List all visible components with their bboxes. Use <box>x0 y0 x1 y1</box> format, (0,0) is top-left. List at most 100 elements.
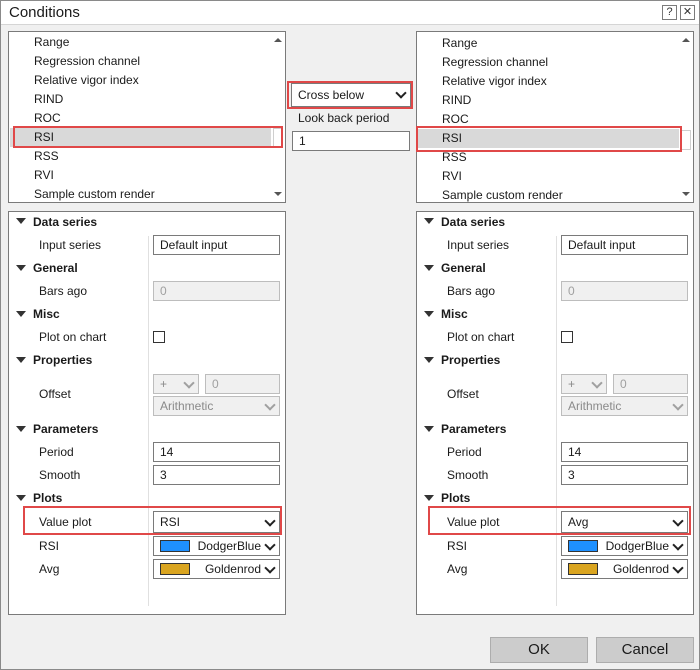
collapse-icon[interactable] <box>424 426 434 432</box>
plot-on-chart-label: Plot on chart <box>447 330 515 344</box>
condition-value: Cross below <box>298 88 365 102</box>
smooth-field[interactable]: 3 <box>561 465 688 485</box>
offset-label: Offset <box>39 387 71 401</box>
list-item[interactable]: ROC <box>418 110 680 129</box>
collapse-icon[interactable] <box>16 426 26 432</box>
close-button[interactable]: ✕ <box>680 5 695 20</box>
list-item[interactable]: Relative vigor index <box>418 72 680 91</box>
collapse-icon[interactable] <box>16 311 26 317</box>
column-divider[interactable] <box>556 236 557 606</box>
offset-type-select[interactable]: Arithmetic <box>561 396 688 416</box>
value-plot-value: RSI <box>160 515 181 529</box>
input-series-field[interactable]: Default input <box>561 235 688 255</box>
input-series-label: Input series <box>447 238 510 252</box>
offset-value-field[interactable]: 0 <box>613 374 688 394</box>
smooth-field[interactable]: 3 <box>153 465 280 485</box>
plot-on-chart-checkbox[interactable] <box>153 331 165 343</box>
list-item[interactable]: Range <box>10 33 272 52</box>
bars-ago-label: Bars ago <box>39 284 88 298</box>
rsi-plot-label: RSI <box>39 539 60 553</box>
list-item[interactable]: RIND <box>418 91 680 110</box>
list-item[interactable]: Sample custom render <box>10 185 272 202</box>
value-plot-label: Value plot <box>39 515 92 529</box>
offset-label: Offset <box>447 387 479 401</box>
rsi-color-select[interactable]: DodgerBlue <box>561 536 688 556</box>
period-field[interactable]: 14 <box>153 442 280 462</box>
list-item[interactable]: Regression channel <box>418 53 680 72</box>
bars-ago-field[interactable]: 0 <box>561 281 688 301</box>
list-item-selected[interactable]: RSI <box>10 128 272 147</box>
scroll-up-icon[interactable] <box>682 38 690 42</box>
offset-operator-value: + <box>568 377 576 391</box>
column-divider[interactable] <box>148 236 149 606</box>
list-item[interactable]: Relative vigor index <box>10 71 272 90</box>
offset-type-value: Arithmetic <box>160 399 214 413</box>
list-item[interactable]: ROC <box>10 109 272 128</box>
collapse-icon[interactable] <box>16 265 26 271</box>
list-item-selected[interactable]: RSI <box>418 129 680 148</box>
rsi-color-name: DodgerBlue <box>605 539 669 553</box>
scroll-up-icon[interactable] <box>274 38 282 42</box>
category-misc: Misc <box>33 307 60 321</box>
offset-operator-select[interactable]: + <box>153 374 199 394</box>
category-general: General <box>441 261 486 275</box>
avg-color-name: Goldenrod <box>612 562 669 576</box>
category-data-series: Data series <box>441 215 506 229</box>
collapse-icon[interactable] <box>16 357 26 363</box>
offset-type-value: Arithmetic <box>568 399 622 413</box>
list-scrollbar[interactable] <box>271 32 285 202</box>
offset-value-field[interactable]: 0 <box>205 374 280 394</box>
rsi-color-select[interactable]: DodgerBlue <box>153 536 280 556</box>
avg-color-swatch <box>568 563 598 575</box>
plot-on-chart-checkbox[interactable] <box>561 331 573 343</box>
offset-type-select[interactable]: Arithmetic <box>153 396 280 416</box>
collapse-icon[interactable] <box>424 311 434 317</box>
input-series-label: Input series <box>39 238 102 252</box>
right-indicator-list[interactable]: Range Regression channel Relative vigor … <box>416 31 694 203</box>
scroll-thumb[interactable] <box>273 128 283 148</box>
help-button[interactable]: ? <box>662 5 677 20</box>
collapse-icon[interactable] <box>16 218 26 224</box>
collapse-icon[interactable] <box>424 265 434 271</box>
list-item[interactable]: Regression channel <box>10 52 272 71</box>
collapse-icon[interactable] <box>16 495 26 501</box>
chevron-down-icon <box>395 87 407 99</box>
bars-ago-field[interactable]: 0 <box>153 281 280 301</box>
scroll-down-icon[interactable] <box>274 192 282 196</box>
right-property-grid: Data series Input series Default input G… <box>416 211 694 615</box>
offset-operator-select[interactable]: + <box>561 374 607 394</box>
list-item[interactable]: RSS <box>418 148 680 167</box>
scroll-down-icon[interactable] <box>682 192 690 196</box>
period-field[interactable]: 14 <box>561 442 688 462</box>
cancel-button[interactable]: Cancel <box>596 637 694 663</box>
collapse-icon[interactable] <box>424 218 434 224</box>
plot-on-chart-label: Plot on chart <box>39 330 107 344</box>
category-properties: Properties <box>441 353 501 367</box>
value-plot-select[interactable]: Avg <box>561 511 688 533</box>
chevron-down-icon <box>183 377 195 389</box>
value-plot-select[interactable]: RSI <box>153 511 280 533</box>
ok-button[interactable]: OK <box>490 637 588 663</box>
scroll-thumb[interactable] <box>681 130 691 150</box>
collapse-icon[interactable] <box>424 495 434 501</box>
category-plots: Plots <box>33 491 63 505</box>
condition-select[interactable]: Cross below <box>291 83 411 107</box>
list-scrollbar[interactable] <box>679 32 693 202</box>
list-item[interactable]: RIND <box>10 90 272 109</box>
list-item[interactable]: RVI <box>10 166 272 185</box>
lookback-input[interactable]: 1 <box>292 131 410 151</box>
list-item[interactable]: Sample custom render <box>418 186 680 202</box>
input-series-field[interactable]: Default input <box>153 235 280 255</box>
left-indicator-list[interactable]: Range Regression channel Relative vigor … <box>8 31 286 203</box>
list-item[interactable]: RVI <box>418 167 680 186</box>
list-item[interactable]: Range <box>418 34 680 53</box>
collapse-icon[interactable] <box>424 357 434 363</box>
avg-color-swatch <box>160 563 190 575</box>
period-label: Period <box>447 445 482 459</box>
list-item[interactable]: RSS <box>10 147 272 166</box>
avg-color-select[interactable]: Goldenrod <box>561 559 688 579</box>
chevron-down-icon <box>264 399 276 411</box>
avg-color-name: Goldenrod <box>204 562 261 576</box>
offset-operator-value: + <box>160 377 168 391</box>
avg-color-select[interactable]: Goldenrod <box>153 559 280 579</box>
